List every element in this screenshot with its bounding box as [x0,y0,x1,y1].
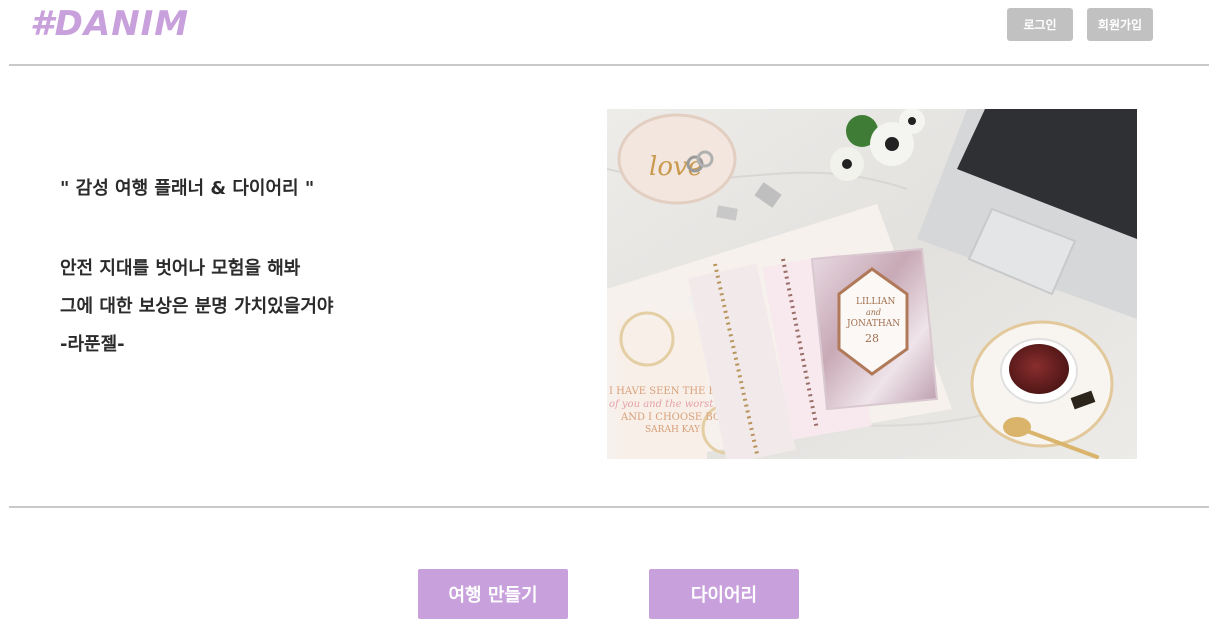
signup-button[interactable]: 회원가입 [1087,8,1153,41]
hero-title: " 감성 여행 플래너 & 다이어리 " [60,178,315,199]
planner-quote-author: SARAH KAY [645,425,701,435]
header-divider [9,64,1209,66]
diary-button[interactable]: 다이어리 [649,569,799,619]
hero-line-2: 그에 대한 보상은 분명 가치있을거야 [60,296,334,317]
card-date: 28 [865,332,879,345]
make-trip-button[interactable]: 여행 만들기 [418,569,568,619]
hero-line-3: -라푼젤- [60,334,125,355]
hero-quote: " 감성 여행 플래너 & 다이어리 " 안전 지대를 벗어나 모험을 해봐 그… [60,174,520,364]
card-name-2: JONATHAN [846,319,900,329]
site-logo[interactable]: #DANIM [30,4,189,44]
content-divider [9,506,1209,508]
hero-line-1: 안전 지대를 벗어나 모험을 해봐 [60,258,301,279]
hero-image: love I HAVE SEEN THE BEST of you and the… [607,109,1137,459]
login-button[interactable]: 로그인 [1007,8,1073,41]
card-name-1: LILLIAN [856,297,896,307]
card-and: and [866,308,881,317]
